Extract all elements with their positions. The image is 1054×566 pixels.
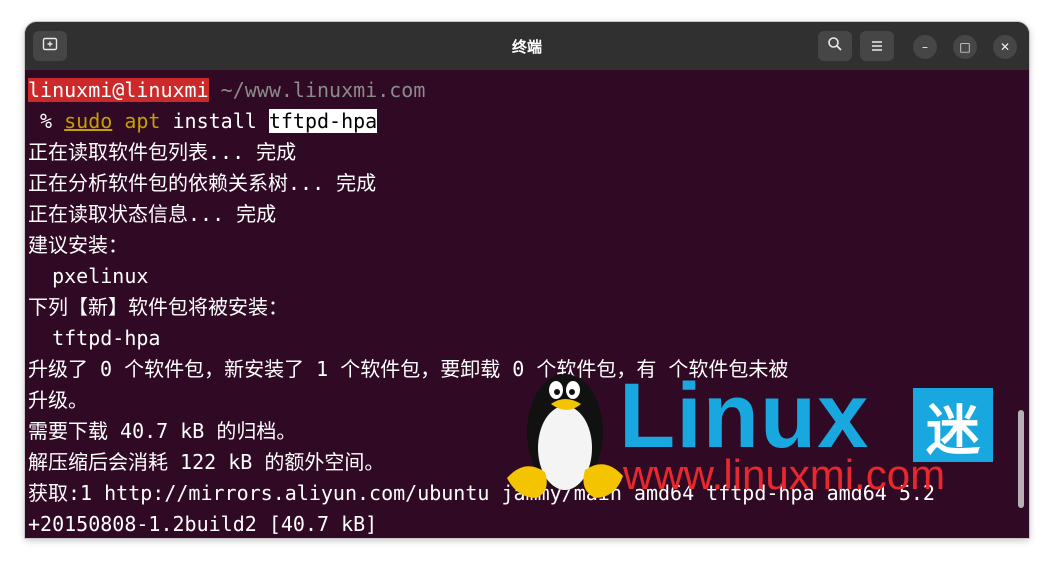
hamburger-menu-icon — [870, 37, 884, 56]
output-line: 正在分析软件包的依赖关系树... 完成 — [28, 171, 377, 195]
output-line: 需要下载 40.7 kB 的归档。 — [28, 419, 297, 443]
menu-button[interactable] — [860, 31, 894, 61]
output-line: 下列【新】软件包将被安装： — [28, 295, 288, 319]
command-install: install — [160, 109, 269, 133]
terminal-area[interactable]: linuxmi@linuxmi ~/www.linuxmi.com % sudo… — [25, 70, 1029, 538]
maximize-button[interactable]: □ — [953, 35, 977, 59]
output-line: +20150808-1.2build2 [40.7 kB] — [28, 512, 378, 536]
search-button[interactable] — [818, 31, 852, 61]
output-line: 正在读取状态信息... 完成 — [28, 202, 277, 226]
output-line: tftpd-hpa — [28, 326, 161, 350]
watermark-url: www.linuxmi.com — [623, 451, 946, 498]
close-button[interactable]: ✕ — [993, 35, 1017, 59]
prompt-line: linuxmi@linuxmi ~/www.linuxmi.com — [28, 75, 425, 105]
output-line: 解压缩后会消耗 122 kB 的额外空间。 — [28, 450, 385, 474]
command-apt: apt — [124, 109, 161, 133]
command-line: % sudo apt install tftpd-hpa — [28, 106, 378, 136]
output-line: 建议安装： — [28, 233, 128, 257]
output-line: 升级。 — [28, 388, 88, 412]
command-package-selected: tftpd-hpa — [268, 109, 378, 133]
command-space — [112, 109, 124, 133]
output-line: 正在读取软件包列表... 完成 — [28, 140, 297, 164]
prompt-symbol: % — [28, 109, 65, 133]
output-line: pxelinux — [28, 264, 149, 288]
command-sudo: sudo — [64, 109, 113, 133]
watermark: Linux 迷 www.linuxmi.com — [501, 350, 1021, 530]
minimize-button[interactable]: – — [913, 35, 937, 59]
watermark-brand: Linux — [619, 365, 870, 467]
minimize-icon: – — [922, 40, 928, 54]
terminal-window: 终端 – □ ✕ linuxmi@linuxmi ~/www.linuxmi.c… — [25, 22, 1029, 538]
titlebar: 终端 – □ ✕ — [25, 22, 1029, 70]
search-icon — [827, 36, 843, 56]
maximize-icon: □ — [959, 40, 971, 54]
prompt-user-host: linuxmi@linuxmi — [28, 78, 209, 102]
prompt-path: ~/www.linuxmi.com — [208, 78, 426, 102]
close-icon: ✕ — [999, 40, 1011, 54]
